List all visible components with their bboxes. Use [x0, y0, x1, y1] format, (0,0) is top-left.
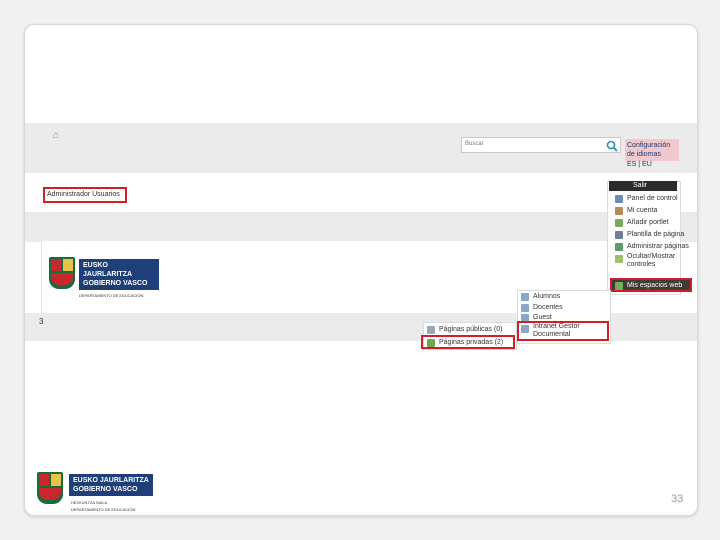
dock-item-label: Plantilla de página — [627, 231, 685, 238]
toggle-controls-icon — [615, 255, 623, 263]
dock-item-template[interactable]: Plantilla de página — [615, 229, 684, 240]
check-icon — [427, 338, 435, 347]
public-pages-label: Páginas públicas (0) — [439, 326, 503, 333]
dock-item-label: Mi cuenta — [627, 207, 658, 214]
search-icon[interactable] — [606, 139, 618, 152]
slide: ⌂ Buscar Configuración de idiomas ES | E… — [24, 24, 698, 516]
footer-logo-line2: GOBIERNO VASCO — [73, 486, 138, 493]
logo-line1: EUSKO JAURLARITZA — [83, 262, 132, 278]
template-icon — [615, 230, 623, 239]
submenu-item-label: Alumnos — [533, 293, 561, 300]
footer-logo-sub2: DEPARTAMENTO DE EDUCACIÓN — [71, 507, 136, 512]
group-icon — [521, 292, 529, 301]
footer-logo-sub1: HEZKUNTZA SAILA — [71, 500, 108, 505]
search-input[interactable]: Buscar — [461, 137, 621, 153]
private-pages-label: Páginas privadas (2) — [439, 339, 504, 346]
dock-item-account[interactable]: Mi cuenta — [615, 205, 657, 216]
coat-of-arms-icon — [37, 472, 63, 504]
dock-item-panel[interactable]: Panel de control — [615, 193, 678, 204]
dock-item-my-spaces[interactable]: Mis espacios web — [615, 280, 682, 291]
group-icon — [521, 303, 529, 312]
dock-item-label: Añadir portlet — [627, 219, 669, 226]
manage-pages-icon — [615, 242, 623, 251]
private-pages-item[interactable]: Páginas privadas (2) — [427, 337, 503, 348]
row-number: 3 — [39, 317, 44, 326]
user-icon — [615, 206, 623, 215]
dock-item-label: Ocultar/Mostrar controles — [627, 253, 676, 268]
submenu-item-label: Guest — [533, 314, 552, 321]
admin-users-link[interactable]: Administrador Usuarios — [47, 191, 120, 198]
footer-logo-banner: EUSKO JAURLARITZA GOBIERNO VASCO — [69, 474, 153, 496]
dock-exit-button[interactable]: Salir — [609, 181, 677, 191]
my-spaces-icon — [615, 281, 623, 290]
coat-of-arms-icon — [49, 257, 75, 289]
submenu-item-intranet[interactable]: Intranet Gestor Documental — [521, 323, 605, 339]
add-portlet-icon — [615, 218, 623, 227]
config-languages-link[interactable]: Configuración de idiomas — [627, 141, 679, 159]
dock-item-label: Panel de control — [627, 195, 678, 202]
search-placeholder: Buscar — [465, 141, 484, 147]
dock-item-add-portlet[interactable]: Añadir portlet — [615, 217, 669, 228]
logo-sub1: HEZKUNTZA SAILA — [79, 285, 116, 290]
public-pages-item[interactable]: Páginas públicas (0) — [427, 324, 502, 335]
dock-item-toggle-controls[interactable]: Ocultar/Mostrar controles — [615, 253, 675, 273]
footer-logo-line1: EUSKO JAURLARITZA — [73, 477, 149, 484]
logo-sub2: DEPARTAMENTO DE EDUCACIÓN — [79, 293, 144, 298]
home-icon[interactable]: ⌂ — [53, 131, 63, 141]
language-switch[interactable]: ES | EU — [627, 161, 652, 168]
admin-band — [25, 212, 697, 242]
dock-item-label: Mis espacios web — [627, 282, 683, 289]
group-icon — [521, 325, 529, 333]
public-pages-icon — [427, 325, 435, 334]
footer-logo: EUSKO JAURLARITZA GOBIERNO VASCO HEZKUNT… — [37, 472, 167, 512]
dock-exit-label: Salir — [633, 182, 648, 189]
panel-icon — [615, 194, 623, 203]
submenu-item-label: Docentes — [533, 304, 563, 311]
submenu-item-alumnos[interactable]: Alumnos — [521, 291, 560, 302]
gobierno-vasco-logo: EUSKO JAURLARITZA GOBIERNO VASCO HEZKUNT… — [49, 257, 159, 301]
dock-item-manage-pages[interactable]: Administrar páginas — [615, 241, 689, 252]
dock-item-label: Administrar páginas — [627, 243, 689, 250]
slide-number: 33 — [671, 493, 684, 505]
submenu-item-label: Intranet Gestor Documental — [533, 323, 580, 338]
